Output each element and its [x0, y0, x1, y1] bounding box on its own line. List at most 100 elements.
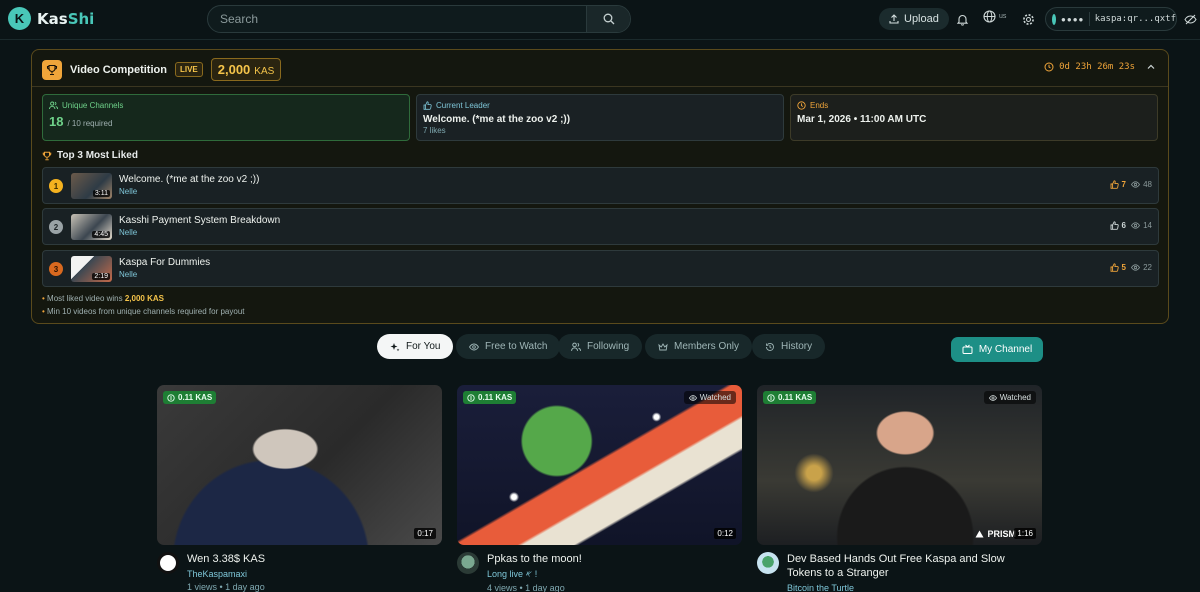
competition-title: Video Competition [70, 63, 167, 76]
thumbnail-duration: 3:11 [92, 190, 110, 197]
prism-logo-icon [975, 530, 984, 538]
coin-icon [767, 393, 775, 402]
crown-icon [658, 342, 668, 350]
rule-note-minimum: • Min 10 videos from unique channels req… [42, 307, 245, 316]
row-title: Kaspa For Dummies [119, 257, 211, 268]
prize-unit: KAS [254, 66, 275, 77]
bell-icon [956, 14, 968, 26]
row-likes: 7 [1110, 180, 1126, 189]
thumbnail-duration: 4:45 [92, 231, 110, 238]
prism-watermark: PRISM [975, 529, 1016, 539]
kasshi-logo-icon: K [8, 7, 31, 30]
thumbs-up-icon [1110, 263, 1119, 272]
unique-channels-count: 18 [49, 114, 64, 129]
video-meta: Dev Based Hands Out Free Kaspa and Slow … [757, 552, 1042, 592]
video-channel[interactable]: Long live 𐤀 ! [487, 569, 742, 580]
thumbnail-duration: 2:19 [92, 273, 110, 280]
video-card[interactable]: 0.11 KAS Watched PRISM 1:16 Dev Based Ha… [757, 385, 1042, 592]
trophy-icon [42, 59, 62, 80]
eye-icon [1131, 222, 1141, 229]
row-title: Kasshi Payment System Breakdown [119, 215, 281, 226]
language-selector[interactable]: us [983, 10, 1006, 23]
ends-value: Mar 1, 2026 • 11:00 AM UTC [797, 114, 927, 125]
prize-amount: 2,000 [217, 62, 251, 77]
video-thumbnail[interactable]: 0.11 KAS Watched 0:12 [457, 385, 742, 545]
channel-avatar[interactable] [457, 552, 479, 574]
video-title[interactable]: Wen 3.38$ KAS [187, 552, 442, 566]
chevron-up-icon[interactable] [1146, 62, 1156, 72]
my-channel-button[interactable]: My Channel [951, 337, 1043, 362]
video-channel[interactable]: TheKaspamaxi [187, 569, 442, 579]
channel-avatar[interactable] [757, 552, 779, 574]
upload-button[interactable]: Upload [879, 8, 949, 30]
rank-badge-silver: 2 [49, 220, 63, 234]
app-logo[interactable]: K KasShi [8, 7, 94, 30]
tab-history[interactable]: History [752, 334, 826, 359]
eye-off-icon [1183, 14, 1197, 24]
top3-heading: Top 3 Most Liked [42, 150, 138, 161]
hide-balance-button[interactable] [1181, 10, 1199, 28]
rule-note-prize: • Most liked video wins 2,000 KAS [42, 294, 164, 303]
ends-label: Ends [797, 101, 1151, 110]
video-title[interactable]: Dev Based Hands Out Free Kaspa and Slow … [787, 552, 1042, 580]
video-card[interactable]: 0.11 KAS Watched 0:12 Ppkas to the moon!… [457, 385, 742, 592]
unique-channels-label: Unique Channels [49, 101, 403, 110]
row-author: Nelle [119, 228, 138, 237]
wallet-address: kaspa:qr...qxtf [1094, 14, 1176, 24]
video-duration: 1:16 [1014, 528, 1036, 539]
current-leader-card[interactable]: Current Leader Welcome. (*me at the zoo … [416, 94, 784, 141]
tab-free-to-watch[interactable]: Free to Watch [456, 334, 561, 359]
row-likes: 6 [1110, 221, 1126, 230]
video-thumbnail[interactable]: 0.11 KAS 0:17 [157, 385, 442, 545]
settings-button[interactable] [1019, 10, 1037, 28]
history-icon [766, 342, 774, 351]
search-button[interactable] [586, 6, 630, 32]
tab-for-you[interactable]: For You [377, 334, 454, 359]
wallet-button[interactable]: ●●●● kaspa:qr...qxtf [1045, 7, 1177, 31]
upload-icon [889, 14, 899, 24]
video-thumbnail[interactable]: 0.11 KAS Watched PRISM 1:16 [757, 385, 1042, 545]
tab-members-only[interactable]: Members Only [645, 334, 753, 359]
eye-icon [988, 394, 997, 401]
row-title: Welcome. (*me at the zoo v2 ;)) [119, 174, 260, 185]
rank-badge-gold: 1 [49, 179, 63, 193]
row-author: Nelle [119, 187, 138, 196]
video-stats: 1 views • 1 day ago [187, 582, 265, 592]
language-code: us [999, 13, 1007, 20]
ends-card: Ends Mar 1, 2026 • 11:00 AM UTC [790, 94, 1158, 141]
prize-badge: 2,000 KAS [210, 58, 282, 81]
thumbs-up-icon [1110, 221, 1119, 230]
row-views: 48 [1131, 180, 1152, 189]
live-badge: LIVE [174, 62, 203, 77]
video-channel[interactable]: Bitcoin the Turtle [787, 583, 1042, 592]
current-leader-likes: 7 likes [423, 126, 446, 135]
price-badge: 0.11 KAS [163, 391, 217, 404]
top3-row[interactable]: 1 3:11 Welcome. (*me at the zoo v2 ;)) N… [42, 167, 1159, 204]
top3-row[interactable]: 3 2:19 Kaspa For Dummies Nelle 5 22 [42, 250, 1159, 287]
globe-icon [983, 10, 996, 23]
video-thumbnail: 4:45 [71, 214, 112, 240]
video-card[interactable]: 0.11 KAS 0:17 Wen 3.38$ KAS TheKaspamaxi… [157, 385, 442, 592]
eye-icon [688, 394, 697, 401]
wallet-balance-masked: ●●●● [1061, 14, 1085, 24]
search-input[interactable] [208, 6, 586, 32]
search-icon [603, 13, 614, 25]
video-stats: 4 views • 1 day ago [487, 583, 565, 592]
users-icon [571, 342, 581, 351]
video-title[interactable]: Ppkas to the moon! [487, 552, 742, 566]
top3-row[interactable]: 2 4:45 Kasshi Payment System Breakdown N… [42, 208, 1159, 245]
tab-following[interactable]: Following [558, 334, 643, 359]
unique-channels-card: Unique Channels 18 / 10 required [42, 94, 410, 141]
sparkles-icon [390, 342, 400, 351]
video-thumbnail: 2:19 [71, 256, 112, 282]
watched-badge: Watched [683, 391, 736, 404]
channel-avatar[interactable] [157, 552, 179, 574]
search-bar [207, 5, 631, 33]
row-author: Nelle [119, 270, 138, 279]
notifications-button[interactable] [953, 10, 971, 28]
countdown-timer: 0d 23h 26m 23s [1044, 62, 1156, 72]
users-icon [49, 101, 58, 110]
competition-panel: Video Competition LIVE 2,000 KAS 0d 23h … [31, 49, 1169, 324]
video-meta: Ppkas to the moon! Long live 𐤀 ! 4 views… [457, 552, 742, 592]
thumbs-up-icon [423, 101, 432, 110]
